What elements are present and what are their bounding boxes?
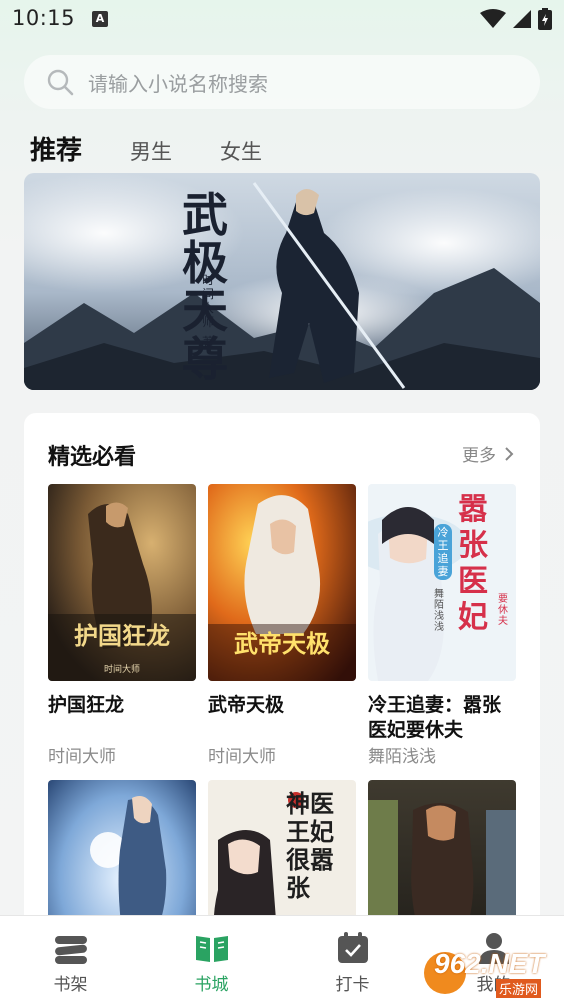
tab-male[interactable]: 男生	[130, 136, 172, 166]
cover-title: 武帝天极	[234, 629, 330, 658]
chevron-right-icon	[505, 446, 514, 461]
status-time: 10:15	[12, 6, 76, 30]
nav-checkin[interactable]: 打卡	[282, 916, 423, 1004]
banner-author: 时间大师	[202, 273, 215, 329]
book-title: 护国狂龙	[48, 694, 125, 716]
cover-title: 嚣张医妃	[458, 492, 488, 635]
search-icon	[47, 69, 74, 96]
bookshelf-icon	[54, 936, 87, 964]
notification-icon: A	[92, 11, 108, 27]
wifi-icon	[480, 9, 506, 28]
site-watermark-logo: 962.NET 乐游网	[424, 948, 556, 998]
cover-tag: 冷王追妻	[434, 524, 452, 580]
cover-author: 时间大师	[103, 665, 140, 675]
open-book-icon	[195, 936, 228, 962]
status-bar: 10:15 A	[0, 0, 564, 40]
signal-icon	[513, 10, 531, 28]
tab-female[interactable]: 女生	[220, 136, 262, 166]
nav-label: 书城	[194, 975, 229, 995]
watermark-text: 962.NET	[434, 948, 545, 979]
battery-icon	[538, 8, 552, 30]
nav-label: 打卡	[335, 975, 370, 995]
cover-author: 舞陌浅浅	[434, 589, 444, 633]
cover-title: 护国狂龙	[74, 621, 170, 650]
book-title: 冷王追妻：嚣张医妃要休夫	[368, 694, 502, 741]
book-cover: 冷王追妻 嚣张医妃 舞陌浅浅 要休夫	[368, 484, 516, 681]
book-item[interactable]: 武帝天极 武帝天极 时间大师	[208, 484, 356, 767]
nav-label: 书架	[53, 975, 88, 995]
calendar-check-icon	[337, 932, 368, 963]
tab-recommended[interactable]: 推荐	[30, 130, 82, 167]
category-tabs: 推荐 男生 女生	[30, 130, 310, 170]
banner-image	[24, 173, 540, 390]
more-label: 更多	[462, 446, 496, 466]
cover-title: 神医王妃很嚣张	[286, 789, 334, 902]
book-title: 武帝天极	[208, 694, 285, 716]
status-icons	[480, 8, 552, 30]
nav-bookstore[interactable]: 书城	[141, 916, 282, 1004]
book-author: 时间大师	[208, 747, 276, 767]
book-author: 舞陌浅浅	[368, 747, 436, 767]
book-author: 时间大师	[48, 747, 116, 767]
section-title: 精选必看	[48, 445, 137, 470]
cover-extra: 要休夫	[498, 594, 508, 627]
search-input[interactable]: 请输入小说名称搜索	[24, 55, 540, 109]
nav-bookshelf[interactable]: 书架	[0, 916, 141, 1004]
search-placeholder: 请输入小说名称搜索	[88, 71, 268, 96]
banner[interactable]: 武极天尊 时间大师 著	[24, 173, 540, 390]
banner-seal: 著	[202, 335, 215, 349]
more-button[interactable]: 更多	[462, 441, 514, 466]
book-item[interactable]: 冷王追妻 嚣张医妃 舞陌浅浅 要休夫 冷王追妻：嚣张医妃要休夫 舞陌浅浅	[368, 484, 516, 767]
book-item[interactable]: 护国狂龙 时间大师 护国狂龙 时间大师	[48, 484, 196, 767]
watermark-sub: 乐游网	[496, 979, 542, 998]
book-cover: 护国狂龙 时间大师	[48, 484, 196, 681]
book-cover: 武帝天极	[208, 484, 356, 681]
